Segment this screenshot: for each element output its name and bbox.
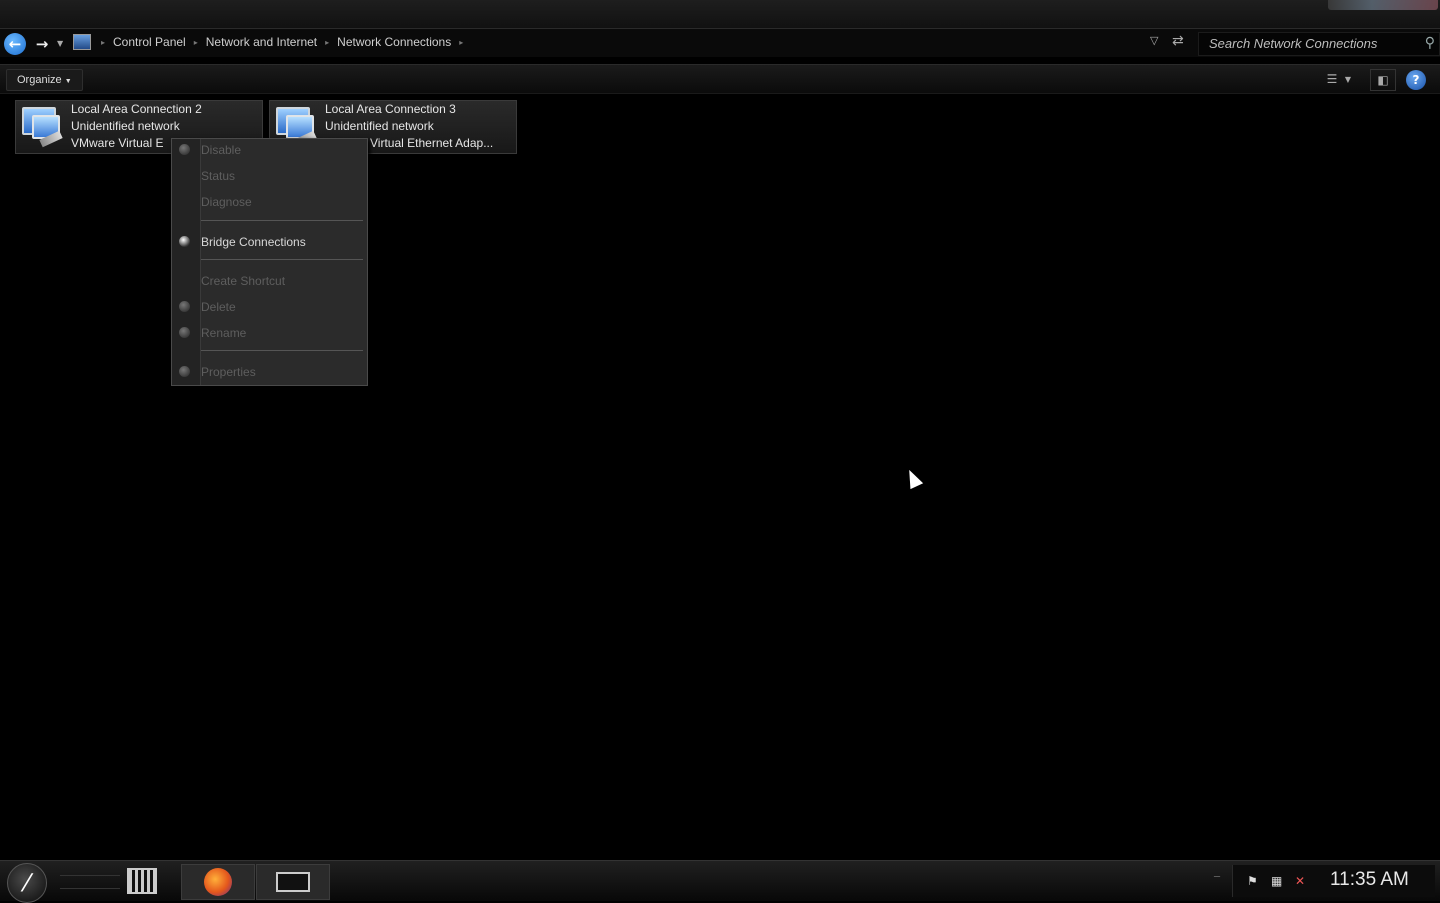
breadcrumb: ▸ Control Panel ▸ Network and Internet ▸… — [98, 35, 466, 49]
connection-name: Local Area Connection 3 — [325, 102, 456, 116]
taskbar-app-firefox[interactable] — [181, 864, 255, 900]
back-button[interactable]: ← — [4, 33, 26, 55]
organize-label: Organize — [17, 74, 62, 86]
start-orb-icon: ⁄ — [24, 869, 29, 897]
chevron-down-icon: ▼ — [64, 78, 72, 85]
network-adapter-icon — [276, 872, 310, 892]
firefox-icon — [204, 868, 232, 896]
views-dropdown-icon[interactable]: ▼ — [1342, 69, 1354, 89]
organize-button[interactable]: Organize ▼ — [6, 69, 83, 91]
menu-separator — [201, 259, 363, 260]
window-controls[interactable] — [1328, 0, 1438, 10]
rename-icon — [179, 327, 190, 338]
context-menu: Disable Status Diagnose Bridge Connectio… — [171, 138, 368, 386]
search-icon[interactable]: ⚲ — [1425, 35, 1435, 51]
breadcrumb-network-and-internet[interactable]: Network and Internet — [201, 35, 322, 49]
address-dropdown-icon[interactable]: ▽ — [1150, 34, 1158, 47]
menu-item-delete[interactable]: Delete — [201, 296, 366, 318]
search-input[interactable]: Search Network Connections ⚲ — [1198, 32, 1440, 56]
menu-separator — [201, 220, 363, 221]
forward-arrow-icon: → — [35, 35, 49, 53]
help-icon[interactable]: ? — [1406, 70, 1426, 90]
recent-pages-dropdown[interactable]: ▼ — [57, 39, 67, 49]
command-bar: Organize ▼ ☰ ▼ ◧ ? — [0, 64, 1440, 94]
breadcrumb-control-panel[interactable]: Control Panel — [108, 35, 191, 49]
views-icon[interactable]: ☰ — [1320, 69, 1344, 89]
show-hidden-icons-icon[interactable]: ─ — [1214, 872, 1220, 883]
menu-item-disable[interactable]: Disable — [201, 139, 366, 161]
control-panel-icon — [73, 34, 91, 50]
chevron-right-icon[interactable]: ▸ — [191, 38, 201, 47]
bridge-icon — [179, 236, 190, 247]
volume-muted-icon[interactable]: ✕ — [1295, 874, 1309, 888]
preview-pane-icon[interactable]: ◧ — [1370, 69, 1396, 91]
back-arrow-icon: ← — [8, 35, 22, 53]
delete-icon — [179, 301, 190, 312]
chevron-right-icon[interactable]: ▸ — [98, 38, 108, 47]
taskbar-app-network[interactable] — [256, 864, 330, 900]
connection-status: Unidentified network — [71, 119, 180, 133]
title-bar — [0, 0, 1440, 29]
refresh-icon[interactable]: ⇄ — [1172, 33, 1184, 49]
start-button[interactable]: ⁄ — [7, 863, 47, 903]
menu-item-status[interactable]: Status — [201, 165, 366, 187]
flag-icon[interactable]: ⚑ — [1247, 874, 1261, 888]
properties-icon — [179, 366, 190, 377]
network-connection-icon — [20, 105, 63, 148]
system-tray: ⚑ ▦ ✕ 11:35 AM — [1232, 865, 1435, 897]
chevron-right-icon[interactable]: ▸ — [456, 38, 466, 47]
menu-item-rename[interactable]: Rename — [201, 322, 366, 344]
network-icon[interactable]: ▦ — [1271, 874, 1285, 888]
mouse-cursor-icon — [902, 466, 924, 490]
menu-item-diagnose[interactable]: Diagnose — [201, 191, 366, 213]
taskbar: ⁄ ⚑ ▦ ✕ 11:35 AM — [0, 860, 1440, 903]
breadcrumb-network-connections[interactable]: Network Connections — [332, 35, 456, 49]
connection-name: Local Area Connection 2 — [71, 102, 202, 116]
menu-item-properties[interactable]: Properties — [201, 361, 366, 383]
menu-item-bridge-connections[interactable]: Bridge Connections — [201, 231, 366, 253]
taskbar-app-film[interactable] — [106, 864, 178, 898]
connection-status: Unidentified network — [325, 119, 434, 133]
chevron-right-icon[interactable]: ▸ — [322, 38, 332, 47]
film-icon — [127, 868, 157, 894]
menu-item-create-shortcut[interactable]: Create Shortcut — [201, 270, 366, 292]
menu-separator — [201, 350, 363, 351]
search-placeholder: Search Network Connections — [1209, 36, 1378, 51]
forward-button[interactable]: → — [31, 33, 53, 55]
clock[interactable]: 11:35 AM — [1330, 869, 1409, 891]
disable-icon — [179, 144, 190, 155]
